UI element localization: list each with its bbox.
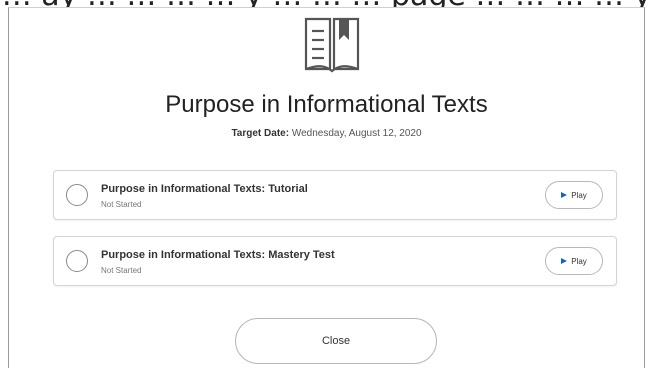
play-label: Play [571, 190, 587, 200]
play-label: Play [571, 256, 587, 266]
activity-card-mastery-test[interactable]: Purpose in Informational Texts: Mastery … [53, 236, 617, 286]
activity-radio[interactable] [66, 184, 88, 206]
play-button[interactable]: Play [545, 247, 603, 275]
open-book-bookmark-icon [304, 17, 360, 73]
dialog-title: Purpose in Informational Texts [165, 91, 488, 118]
activity-card-tutorial[interactable]: Purpose in Informational Texts: Tutorial… [53, 170, 617, 220]
target-date-value: Wednesday, August 12, 2020 [291, 128, 422, 139]
play-icon [561, 192, 568, 198]
activity-status: Not Started [101, 266, 142, 275]
target-date: Target Date: Wednesday, August 12, 2020 [0, 128, 653, 139]
activity-title: Purpose in Informational Texts: Mastery … [101, 249, 335, 261]
play-button[interactable]: Play [545, 181, 603, 209]
close-button[interactable]: Close [235, 318, 437, 364]
play-icon [561, 258, 568, 264]
activity-title: Purpose in Informational Texts: Tutorial [101, 183, 308, 195]
target-date-label: Target Date: [231, 128, 290, 139]
activity-status: Not Started [101, 200, 142, 209]
activity-radio[interactable] [66, 250, 88, 272]
